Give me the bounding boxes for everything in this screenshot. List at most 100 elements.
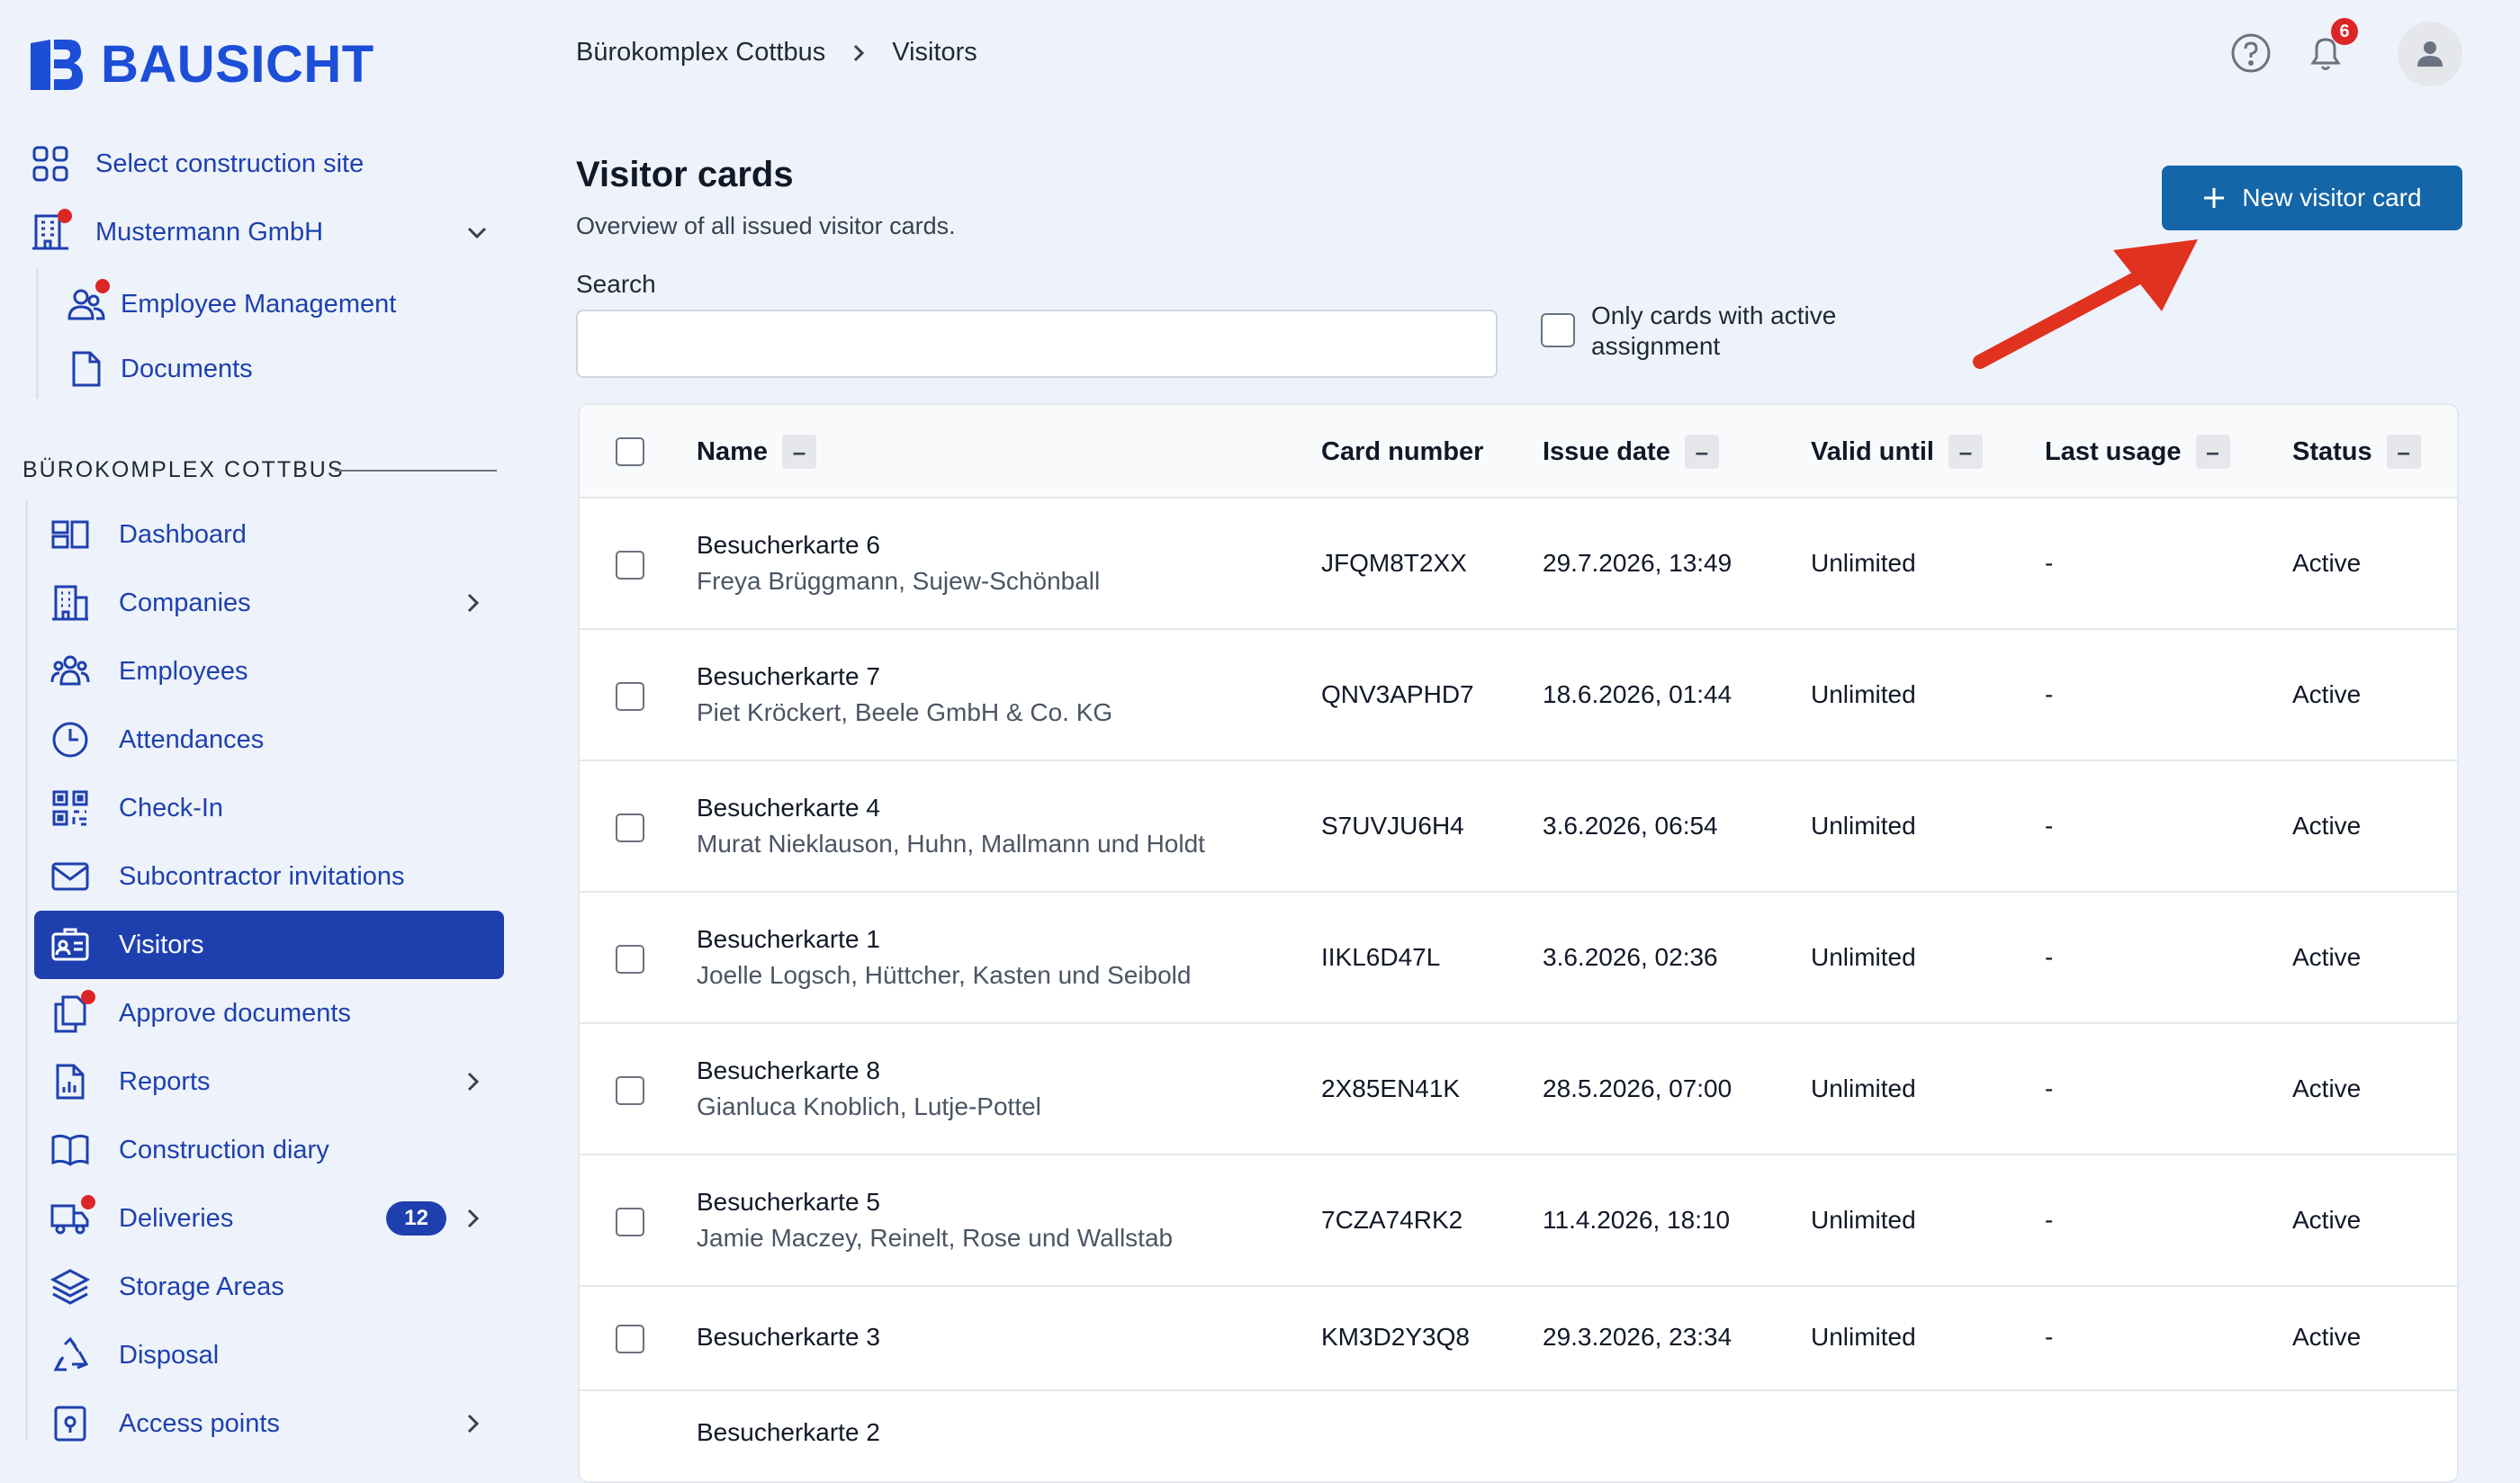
visitor-badge-icon [50, 925, 90, 965]
sidebar-item-label: Reports [119, 1066, 211, 1096]
status: Active [2292, 812, 2362, 840]
row-checkbox[interactable] [616, 813, 644, 842]
brand-name: BAUSICHT [101, 35, 374, 94]
sort-toggle[interactable]: – [2386, 435, 2421, 469]
select-construction-site-link[interactable]: Select construction site [31, 144, 364, 184]
table-row[interactable]: Besucherkarte 1 Joelle Logsch, Hüttcher,… [580, 893, 2457, 1024]
employee-management-link[interactable]: Employee Management [67, 279, 397, 324]
sidebar-item-label: Storage Areas [119, 1272, 284, 1301]
row-checkbox[interactable] [616, 945, 644, 974]
sidebar: BAUSICHT Select construction site Muster… [0, 0, 522, 1442]
employees-icon [50, 652, 90, 691]
column-header-last-usage[interactable]: Last usage – [2045, 405, 2230, 499]
breadcrumb: Bürokomplex Cottbus Visitors [576, 38, 977, 67]
card-name: Besucherkarte 2 [697, 1418, 880, 1446]
sort-toggle[interactable]: – [782, 435, 816, 469]
deliveries-count-badge: 12 [386, 1201, 446, 1236]
table-row[interactable]: Besucherkarte 3 KM3D2Y3Q8 29.3.2026, 23:… [580, 1287, 2457, 1391]
sidebar-item-construction-diary[interactable]: Construction diary [34, 1116, 504, 1184]
valid-until: Unlimited [1811, 680, 1916, 708]
report-icon [50, 1062, 90, 1101]
table-row[interactable]: Besucherkarte 7 Piet Kröckert, Beele Gmb… [580, 630, 2457, 761]
valid-until: Unlimited [1811, 1074, 1916, 1102]
table-row[interactable]: Besucherkarte 6 Freya Brüggmann, Sujew-S… [580, 499, 2457, 630]
status: Active [2292, 549, 2362, 577]
column-header-issue-date[interactable]: Issue date – [1543, 405, 1719, 499]
active-assignment-checkbox[interactable] [1541, 313, 1575, 347]
card-number: 7CZA74RK2 [1321, 1206, 1463, 1234]
sidebar-item-label: Approve documents [119, 998, 351, 1028]
company-selector[interactable]: Mustermann GmbH [31, 209, 490, 252]
breadcrumb-site-link[interactable]: Bürokomplex Cottbus [576, 38, 825, 67]
sidebar-item-label: Deliveries [119, 1203, 234, 1233]
status: Active [2292, 680, 2362, 708]
column-header-valid-until[interactable]: Valid until – [1811, 405, 1983, 499]
sidebar-item-check-in[interactable]: Check-In [34, 774, 504, 842]
sidebar-item-disposal[interactable]: Disposal [34, 1321, 504, 1389]
sidebar-item-deliveries[interactable]: Deliveries 12 [34, 1184, 504, 1253]
sidebar-item-storage-areas[interactable]: Storage Areas [34, 1253, 504, 1321]
row-checkbox[interactable] [616, 551, 644, 580]
sidebar-item-dashboard[interactable]: Dashboard [34, 500, 504, 569]
table-row[interactable]: Besucherkarte 2 [580, 1391, 2457, 1481]
card-number: S7UVJU6H4 [1321, 812, 1464, 840]
search-input[interactable] [576, 310, 1498, 378]
sort-toggle[interactable]: – [1948, 435, 1983, 469]
users-icon [67, 279, 110, 324]
clock-icon [50, 720, 90, 759]
status: Active [2292, 1323, 2362, 1351]
table-row[interactable]: Besucherkarte 8 Gianluca Knoblich, Lutje… [580, 1024, 2457, 1155]
sidebar-item-label: Check-In [119, 793, 224, 822]
card-name: Besucherkarte 4 [697, 794, 880, 822]
brand-logo[interactable]: BAUSICHT [27, 34, 374, 94]
card-number: JFQM8T2XX [1321, 549, 1467, 577]
row-checkbox[interactable] [616, 1325, 644, 1353]
section-divider [335, 470, 497, 472]
card-number: QNV3APHD7 [1321, 680, 1474, 708]
building-icon [50, 583, 90, 623]
status: Active [2292, 1074, 2362, 1102]
breadcrumb-separator-icon [849, 43, 868, 63]
sidebar-item-label: Visitors [119, 930, 204, 959]
documents-link[interactable]: Documents [67, 349, 253, 389]
sidebar-item-attendances[interactable]: Attendances [34, 706, 504, 774]
issue-date: 11.4.2026, 18:10 [1543, 1206, 1731, 1234]
chevron-right-icon [461, 1207, 484, 1230]
table-row[interactable]: Besucherkarte 5 Jamie Maczey, Reinelt, R… [580, 1155, 2457, 1287]
column-header-name[interactable]: Name – [697, 405, 816, 499]
row-checkbox[interactable] [616, 1208, 644, 1236]
help-icon[interactable] [2230, 32, 2272, 74]
sort-toggle[interactable]: – [1684, 435, 1719, 469]
select-all-checkbox[interactable] [616, 437, 644, 466]
sidebar-item-companies[interactable]: Companies [34, 569, 504, 637]
table-row[interactable]: Besucherkarte 4 Murat Nieklauson, Huhn, … [580, 761, 2457, 893]
column-label: Issue date [1543, 436, 1670, 466]
sidebar-item-approve-documents[interactable]: Approve documents [34, 979, 504, 1047]
sidebar-item-subcontractor-invitations[interactable]: Subcontractor invitations [34, 842, 504, 911]
chevron-right-icon [461, 591, 484, 615]
sidebar-item-visitors[interactable]: Visitors [34, 911, 504, 979]
column-header-card-number: Card number [1321, 405, 1483, 499]
card-holder: Gianluca Knoblich, Lutje-Pottel [697, 1092, 1041, 1120]
sidebar-item-reports[interactable]: Reports [34, 1047, 504, 1116]
documents-label: Documents [121, 354, 253, 383]
card-holder: Freya Brüggmann, Sujew-Schönball [697, 567, 1101, 595]
avatar[interactable] [2398, 22, 2462, 86]
employee-management-label: Employee Management [121, 289, 397, 319]
access-point-icon [50, 1404, 90, 1443]
sort-toggle[interactable]: – [2195, 435, 2230, 469]
column-header-status[interactable]: Status – [2292, 405, 2421, 499]
recycle-icon [50, 1335, 90, 1375]
row-checkbox[interactable] [616, 682, 644, 711]
sidebar-item-employees[interactable]: Employees [34, 637, 504, 706]
envelope-icon [50, 857, 90, 896]
new-visitor-card-button[interactable]: New visitor card [2162, 166, 2462, 230]
active-assignment-label[interactable]: Only cards with active assignment [1591, 301, 1915, 362]
sidebar-item-label: Access points [119, 1408, 280, 1438]
chevron-right-icon [461, 1070, 484, 1093]
sidebar-item-access-points[interactable]: Access points [34, 1389, 504, 1458]
issue-date: 29.7.2026, 13:49 [1543, 549, 1732, 577]
row-checkbox[interactable] [616, 1076, 644, 1105]
chevron-down-icon [464, 220, 490, 245]
sidebar-item-label: Dashboard [119, 519, 247, 549]
